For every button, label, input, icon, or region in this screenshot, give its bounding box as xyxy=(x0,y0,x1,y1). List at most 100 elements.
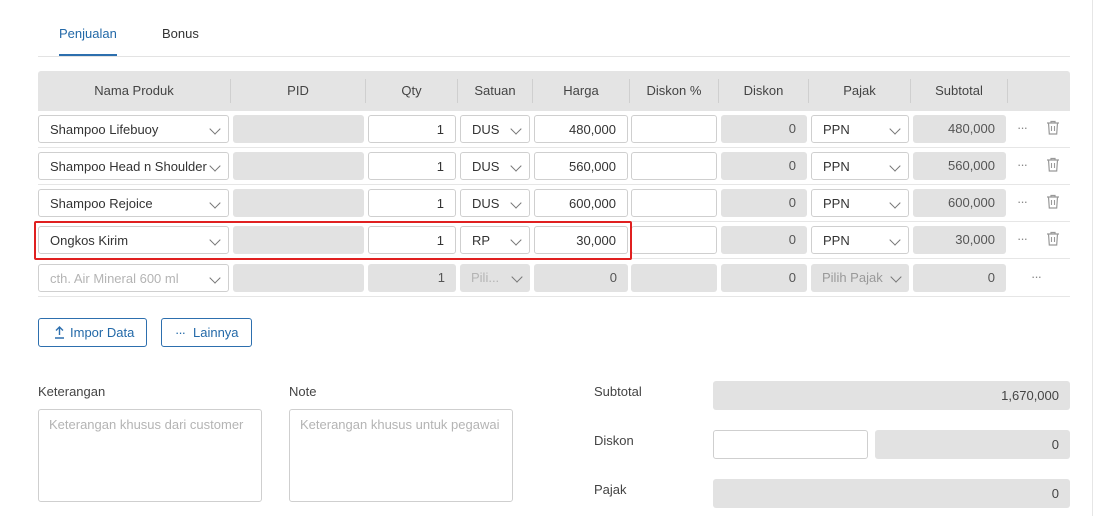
highlight-box xyxy=(34,221,632,260)
new-subtotal-field: 0 xyxy=(913,264,1006,292)
subtotal-field: 560,000 xyxy=(913,152,1006,180)
trash-icon[interactable] xyxy=(1046,194,1064,212)
active-tab-indicator xyxy=(59,54,117,56)
chevron-down-icon xyxy=(510,160,522,172)
col-diskon: Diskon xyxy=(743,83,784,98)
new-tax-select-text: Pilih Pajak xyxy=(822,270,883,285)
price-input-text: 480,000 xyxy=(569,122,616,137)
chevron-down-icon xyxy=(209,160,221,172)
row-more-icon[interactable]: ··· xyxy=(1017,195,1028,208)
new-product-select-text: cth. Air Mineral 600 ml xyxy=(50,271,179,286)
discount-pct-input[interactable] xyxy=(631,226,717,254)
tab-bar: Penjualan Bonus xyxy=(38,0,1070,57)
product-select[interactable]: Shampoo Head n Shoulder xyxy=(38,152,229,180)
discount-field-text: 0 xyxy=(788,158,796,173)
tax-select[interactable]: PPN xyxy=(811,115,909,143)
price-input[interactable]: 560,000 xyxy=(534,152,628,180)
chevron-down-icon xyxy=(889,234,901,246)
chevron-down-icon xyxy=(889,160,901,172)
discount-field-text: 0 xyxy=(788,232,796,247)
discount-field: 0 xyxy=(721,226,807,254)
new-unit-select: Pili... xyxy=(460,264,530,292)
new-unit-select-text: Pili... xyxy=(471,270,500,285)
qty-input-text: 1 xyxy=(436,159,444,174)
col-harga: Harga xyxy=(563,83,599,98)
tax-select[interactable]: PPN xyxy=(811,226,909,254)
tab-penjualan[interactable]: Penjualan xyxy=(59,26,117,41)
product-select[interactable]: Shampoo Lifebuoy xyxy=(38,115,229,143)
subtotal-field-text: 560,000 xyxy=(948,158,995,173)
discount-pct-input[interactable] xyxy=(631,189,717,217)
note-textarea[interactable]: Keterangan khusus untuk pegawai xyxy=(289,409,513,502)
row-more-icon[interactable]: ··· xyxy=(1017,158,1028,171)
trash-icon[interactable] xyxy=(1046,157,1064,175)
qty-input[interactable]: 1 xyxy=(368,115,456,143)
import-data-label: Impor Data xyxy=(70,325,135,340)
price-input[interactable]: 480,000 xyxy=(534,115,628,143)
col-subtotal: Subtotal xyxy=(935,83,983,98)
row-more-icon[interactable]: ··· xyxy=(1031,270,1042,283)
chevron-down-icon xyxy=(209,272,221,284)
trash-icon[interactable] xyxy=(1046,231,1064,249)
chevron-down-icon xyxy=(889,123,901,135)
col-nama-produk: Nama Produk xyxy=(94,83,174,98)
more-horizontal-icon: ··· xyxy=(175,325,186,340)
unit-select[interactable]: DUS xyxy=(460,189,530,217)
unit-select-text: DUS xyxy=(472,122,500,137)
trash-icon[interactable] xyxy=(1046,120,1064,138)
keterangan-textarea[interactable]: Keterangan khusus dari customer xyxy=(38,409,262,502)
unit-select[interactable]: DUS xyxy=(460,152,530,180)
new-discount-field: 0 xyxy=(721,264,807,292)
table-row: Shampoo Head n Shoulder 1 DUS 560,000 0 PPN 56… xyxy=(38,148,1070,185)
qty-input[interactable]: 1 xyxy=(368,152,456,180)
import-data-button[interactable]: Impor Data xyxy=(38,318,147,347)
discount-field: 0 xyxy=(721,115,807,143)
row-more-icon[interactable]: ··· xyxy=(1017,232,1028,245)
subtotal-field: 30,000 xyxy=(913,226,1006,254)
new-tax-select: Pilih Pajak xyxy=(811,264,909,292)
chevron-down-icon xyxy=(209,197,221,209)
col-diskon-pct: Diskon % xyxy=(646,83,702,98)
pid-field xyxy=(233,115,364,143)
new-product-select[interactable]: cth. Air Mineral 600 ml xyxy=(38,264,229,292)
table-header: Nama Produk PID Qty Satuan Harga Diskon … xyxy=(38,71,1070,111)
qty-input-text: 1 xyxy=(436,196,444,211)
chevron-down-icon xyxy=(890,271,902,283)
note-label: Note xyxy=(289,384,317,399)
chevron-down-icon xyxy=(209,123,221,135)
product-select[interactable]: Shampoo Rejoice xyxy=(38,189,229,217)
tax-select-text: PPN xyxy=(823,159,850,174)
new-qty-field: 1 xyxy=(368,264,456,292)
tab-bonus[interactable]: Bonus xyxy=(162,26,199,41)
new-price-field: 0 xyxy=(534,264,628,292)
tax-select[interactable]: PPN xyxy=(811,189,909,217)
unit-select-text: DUS xyxy=(472,196,500,211)
discount-field: 0 xyxy=(721,152,807,180)
summary-discount-label: Diskon xyxy=(594,433,634,448)
discount-pct-input[interactable] xyxy=(631,115,717,143)
summary-subtotal-label: Subtotal xyxy=(594,384,642,399)
chevron-down-icon xyxy=(510,197,522,209)
price-input-text: 560,000 xyxy=(569,159,616,174)
col-satuan: Satuan xyxy=(474,83,516,98)
qty-input[interactable]: 1 xyxy=(368,189,456,217)
chevron-down-icon xyxy=(889,197,901,209)
tax-select-text: PPN xyxy=(823,196,850,211)
tax-select[interactable]: PPN xyxy=(811,152,909,180)
unit-select[interactable]: DUS xyxy=(460,115,530,143)
row-more-icon[interactable]: ··· xyxy=(1017,121,1028,134)
discount-pct-input[interactable] xyxy=(631,152,717,180)
chevron-down-icon xyxy=(511,271,523,283)
pid-field xyxy=(233,152,364,180)
col-pid: PID xyxy=(287,83,309,98)
chevron-down-icon xyxy=(510,123,522,135)
subtotal-field-text: 480,000 xyxy=(948,121,995,136)
summary-discount-input[interactable] xyxy=(713,430,868,459)
new-subtotal-field-text: 0 xyxy=(987,270,995,285)
tax-select-text: PPN xyxy=(823,233,850,248)
summary-tax-label: Pajak xyxy=(594,482,627,497)
price-input[interactable]: 600,000 xyxy=(534,189,628,217)
subtotal-field-text: 600,000 xyxy=(948,195,995,210)
product-select-text: Shampoo Rejoice xyxy=(50,196,153,211)
more-options-button[interactable]: ··· Lainnya xyxy=(161,318,252,347)
